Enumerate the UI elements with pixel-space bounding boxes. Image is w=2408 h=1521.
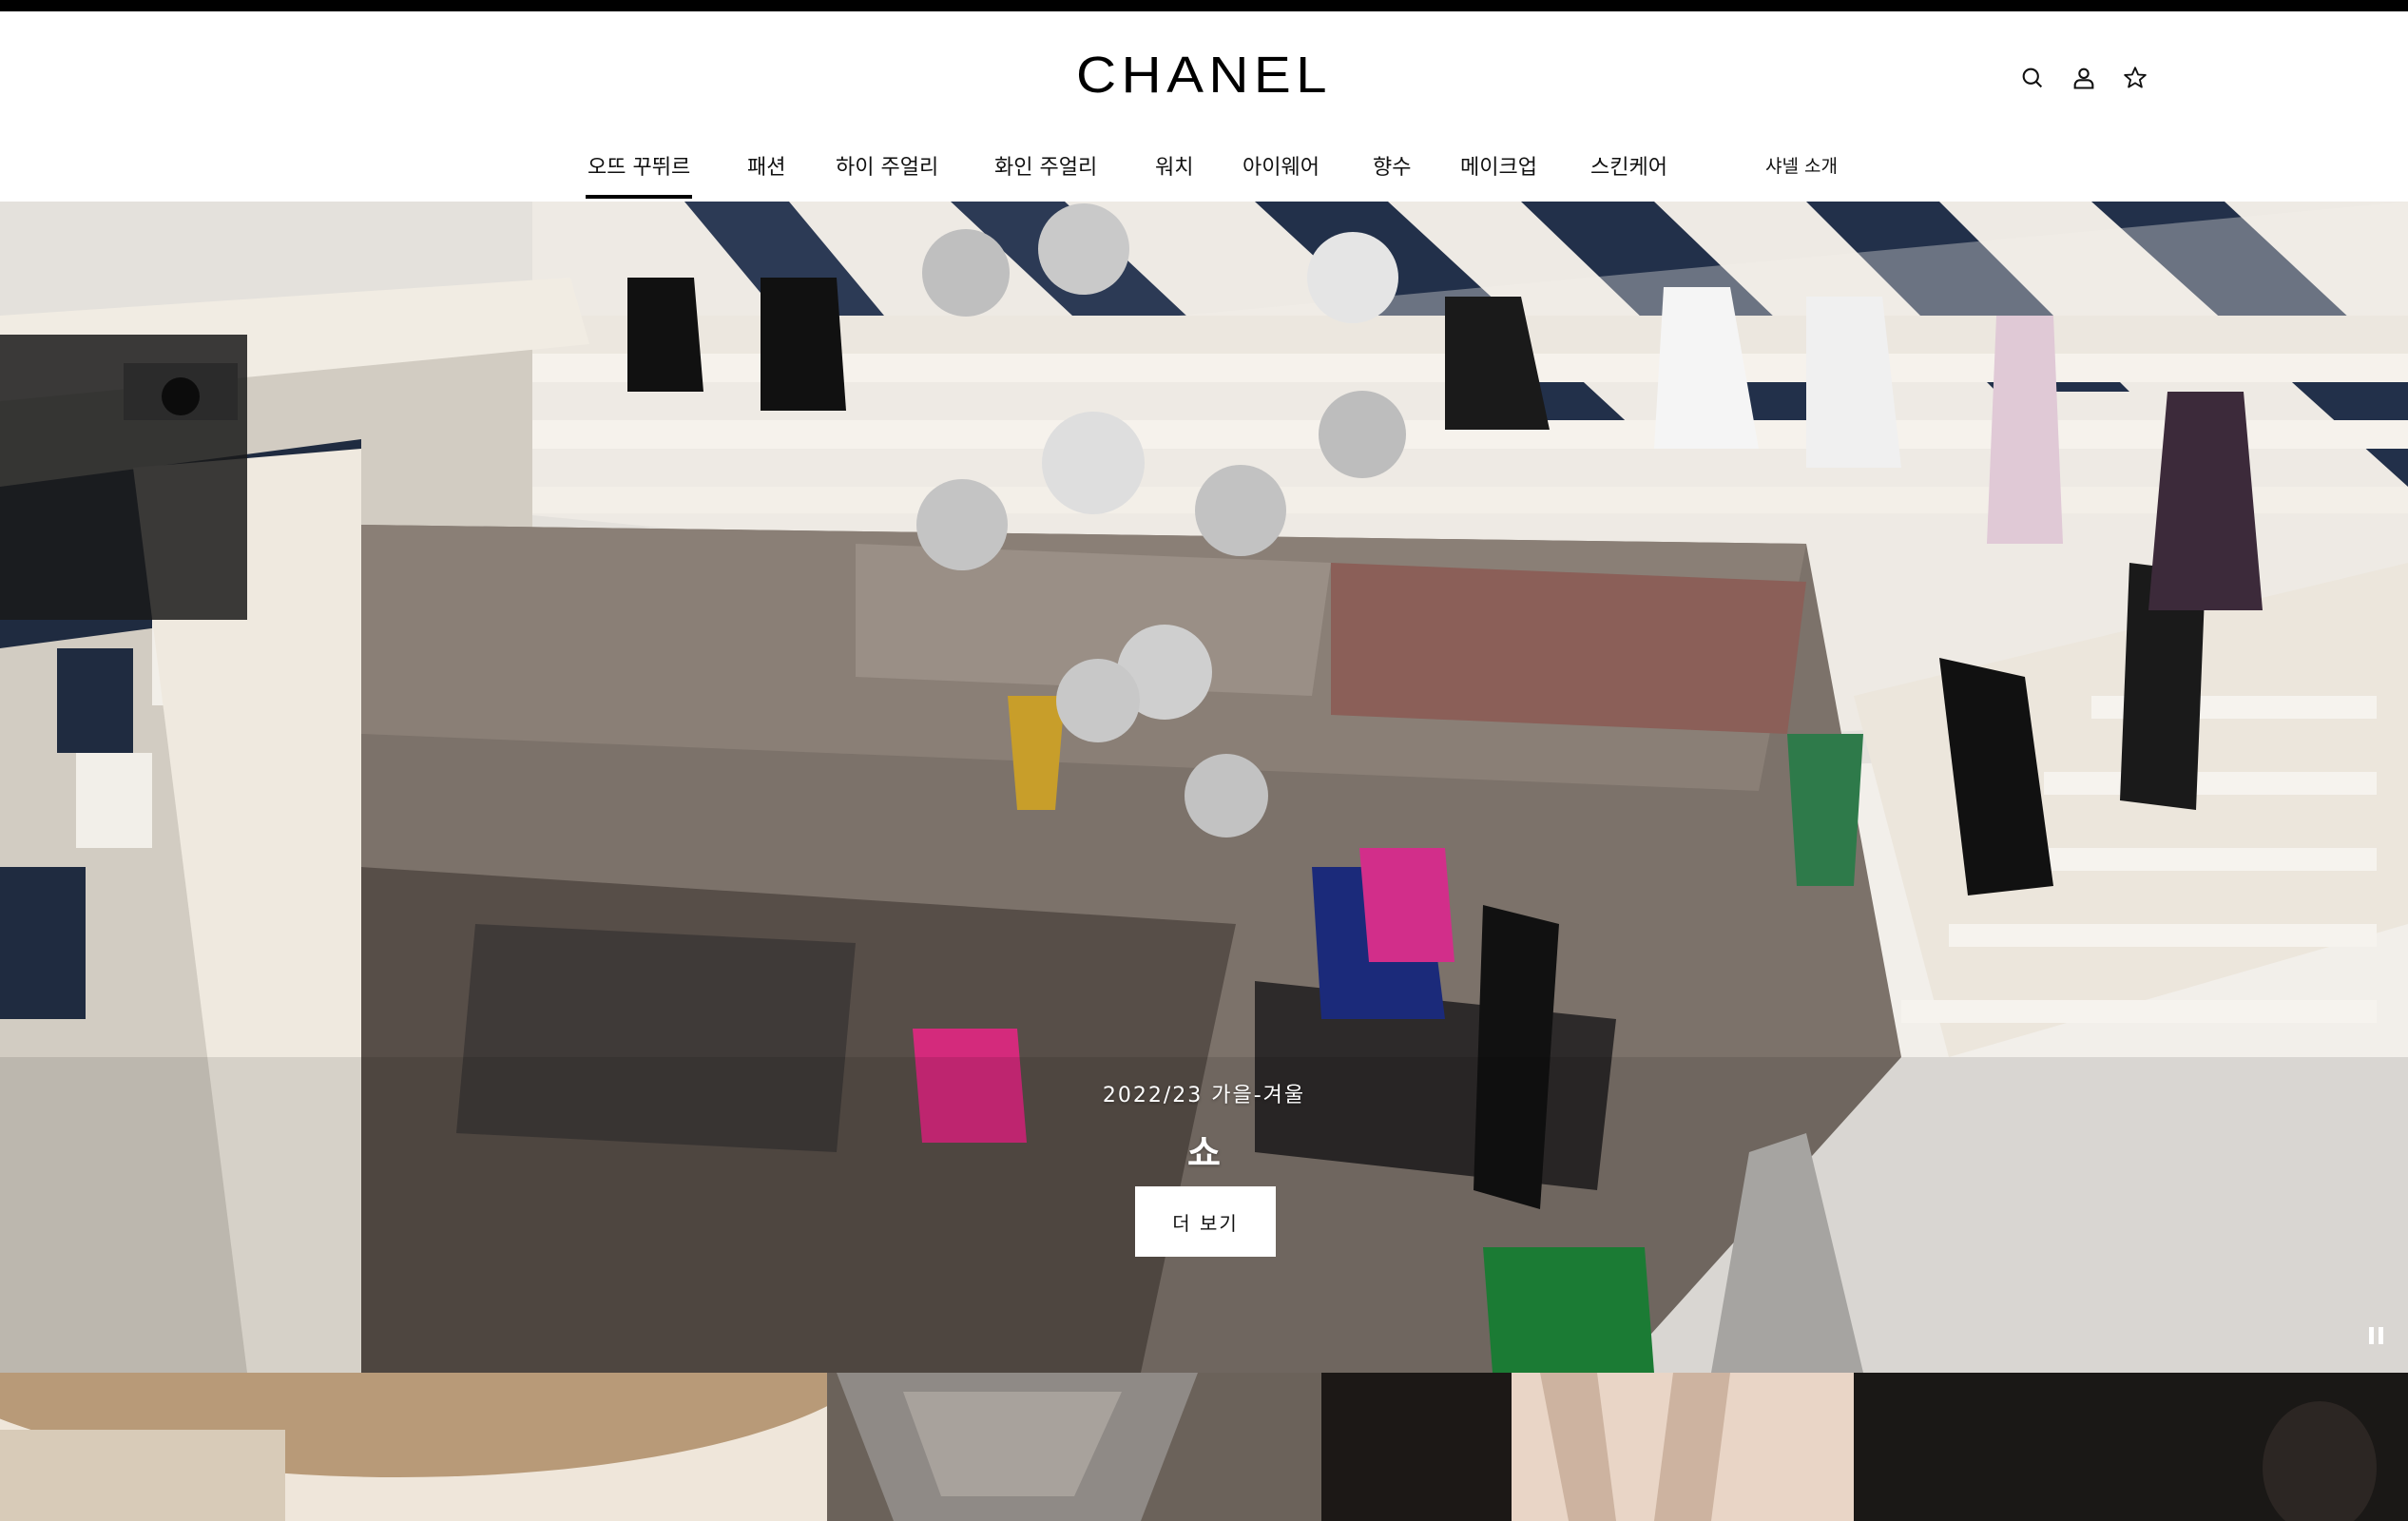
- search-button[interactable]: [2015, 61, 2050, 95]
- nav-item-fragrance[interactable]: 향수: [1373, 150, 1411, 181]
- nav-item-haute-couture[interactable]: 오뜨 꾸뛰르: [585, 150, 693, 199]
- nav-item-watches[interactable]: 워치: [1155, 150, 1193, 181]
- hero-video[interactable]: 2022/23 가을-겨울 쇼 더 보기: [0, 202, 2408, 1373]
- nav-item-makeup[interactable]: 메이크업: [1460, 150, 1537, 181]
- main-nav: 오뜨 꾸뛰르 패션 하이 주얼리 화인 주얼리 워치 아이웨어 향수 메이크업 …: [0, 133, 2408, 202]
- nav-item-about[interactable]: 샤넬 소개: [1765, 152, 1838, 178]
- wishlist-star-icon: [2124, 67, 2147, 88]
- nav-item-fine-jewelry[interactable]: 화인 주얼리: [994, 150, 1097, 181]
- see-more-button[interactable]: 더 보기: [1135, 1186, 1276, 1257]
- nav-item-fashion[interactable]: 패션: [747, 150, 785, 181]
- pause-icon-bar-left: [2368, 1327, 2374, 1344]
- user-icon: [2073, 67, 2094, 89]
- account-button[interactable]: [2067, 61, 2101, 95]
- nav-item-eyewear[interactable]: 아이웨어: [1243, 150, 1320, 181]
- pause-button[interactable]: [2363, 1323, 2388, 1348]
- nav-item-high-jewelry[interactable]: 하이 주얼리: [836, 150, 938, 181]
- hero-eyebrow: 2022/23 가을-겨울: [1102, 1084, 1306, 1107]
- hero-caption: 2022/23 가을-겨울 쇼: [0, 1078, 2408, 1176]
- site-header: CHANEL 오뜨 꾸뛰르 패션 하이 주얼리 화인 주얼리 워치 아이웨어 향…: [0, 11, 2408, 202]
- next-section-preview[interactable]: [0, 1373, 2408, 1521]
- wishlist-button[interactable]: [2118, 61, 2152, 95]
- next-section-image: [0, 1373, 2408, 1521]
- header-utilities: [2015, 61, 2152, 95]
- nav-item-skincare[interactable]: 스킨케어: [1590, 150, 1667, 181]
- logo-text: CHANEL: [1076, 47, 1332, 104]
- search-icon: [2022, 67, 2043, 88]
- hero-title: 쇼: [1187, 1132, 1221, 1174]
- pause-icon-bar-right: [2378, 1327, 2383, 1344]
- top-black-bar: [0, 0, 2408, 11]
